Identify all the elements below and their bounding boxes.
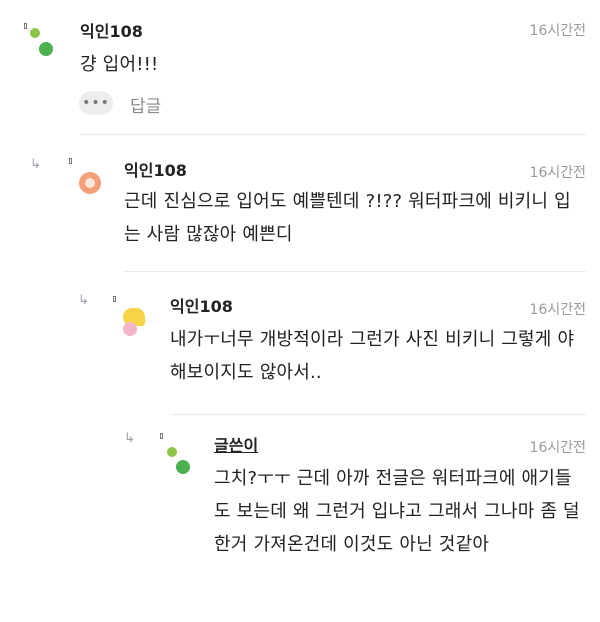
- marker-icon: [113, 296, 116, 302]
- reply-arrow-icon: ↳: [78, 293, 89, 308]
- marker-icon: [160, 433, 163, 439]
- comment-body: 그치?ㅜㅜ 근데 아까 전글은 워터파크에 애기들도 보는데 왜 그런거 입냐고…: [214, 468, 580, 555]
- avatar: [79, 172, 101, 194]
- avatar-dot-lime-icon: [30, 28, 40, 38]
- reply-button[interactable]: 답글: [130, 92, 161, 117]
- comment-time: 16시간전: [529, 23, 586, 39]
- comment-author[interactable]: 익인108: [80, 18, 143, 42]
- avatar: [30, 28, 56, 58]
- more-options-button[interactable]: •••: [79, 91, 113, 115]
- avatar-pink-icon: [123, 322, 137, 336]
- reply-arrow-icon: ↳: [124, 431, 135, 446]
- avatar-dot-green-icon: [176, 460, 190, 474]
- marker-icon: [69, 158, 72, 164]
- avatar: [121, 306, 151, 336]
- divider: [124, 271, 586, 272]
- comment-4: ↳ 글쓴이 16시간전 그치?ㅜㅜ 근데 아까 전글은 워터파크에 애기들도 보…: [0, 415, 600, 622]
- comment-1: 익인108 16시간전 걍 입어!!! ••• 답글: [0, 0, 600, 135]
- comment-time: 16시간전: [529, 302, 586, 318]
- comment-body: 근데 진심으로 입어도 예쁠텐데 ?!?? 워터파크에 비키니 입는 사람 많잖…: [124, 191, 571, 245]
- marker-icon: [24, 23, 27, 29]
- avatar: [167, 447, 193, 477]
- comment-time: 16시간전: [529, 440, 586, 456]
- avatar-inner-icon: [85, 178, 95, 188]
- comment-author[interactable]: 익인108: [170, 293, 233, 317]
- avatar-dot-green-icon: [39, 42, 53, 56]
- comment-2: ↳ 익인108 16시간전 근데 진심으로 입어도 예쁠텐데 ?!?? 워터파크…: [0, 135, 600, 273]
- comment-author-writer[interactable]: 글쓴이: [214, 432, 258, 456]
- comment-body: 내가ㅜ너무 개방적이라 그런가 사진 비키니 그렇게 야해보이지도 않아서..: [170, 329, 575, 383]
- comment-time: 16시간전: [529, 165, 586, 181]
- comment-author[interactable]: 익인108: [124, 157, 187, 181]
- comment-body: 걍 입어!!!: [80, 54, 159, 75]
- reply-arrow-icon: ↳: [30, 157, 41, 172]
- comment-3: ↳ 익인108 16시간전 내가ㅜ너무 개방적이라 그런가 사진 비키니 그렇게…: [0, 273, 600, 415]
- avatar-dot-lime-icon: [167, 447, 177, 457]
